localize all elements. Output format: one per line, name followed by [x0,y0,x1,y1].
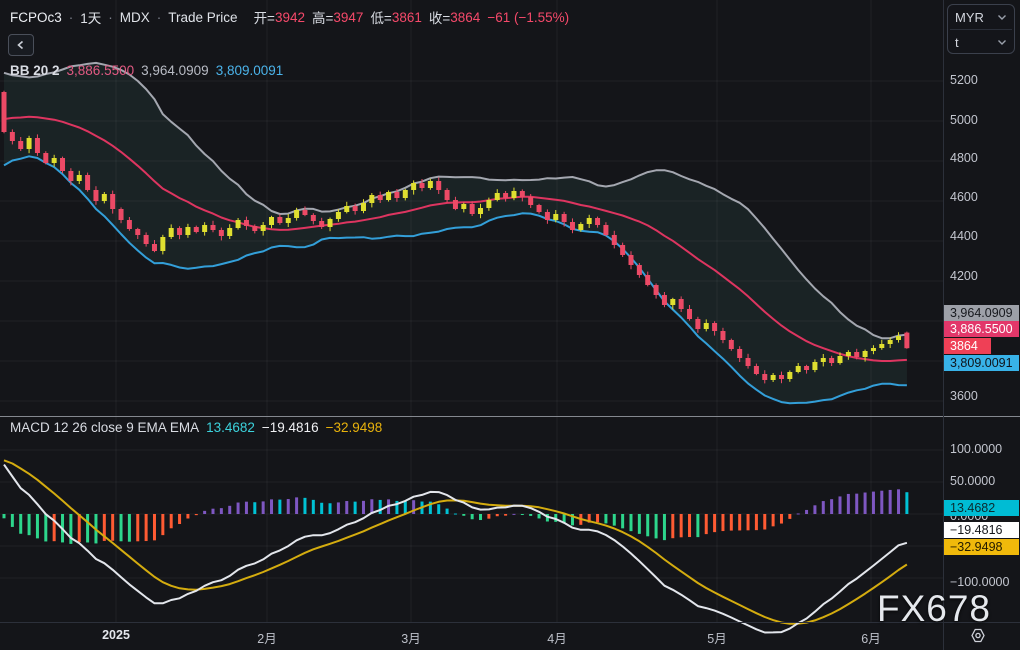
currency-dropdown[interactable]: MYR [948,5,1014,29]
bb-lower-value: 3,809.0091 [216,63,284,78]
time-axis-month: 5月 [707,628,726,647]
price-tick: 4200 [950,269,978,283]
chevron-down-icon [997,39,1007,46]
close-label: 收= [429,7,450,27]
low-value: 3861 [392,10,422,25]
chevron-down-icon [997,14,1007,21]
price-tick: 5000 [950,113,978,127]
bb-lower-price-badge: 3,809.0091 [944,355,1019,371]
price-tick: 5200 [950,73,978,87]
price-tick: 3600 [950,389,978,403]
high-label: 高= [312,7,333,27]
macd-signal-value: −32.9498 [326,420,383,435]
macd-line-badge: −19.4816 [944,522,1019,538]
price-tick: 4400 [950,229,978,243]
time-axis-month: 4月 [547,628,566,647]
bb-upper-value: 3,964.0909 [141,63,209,78]
bb-mid-value: 3,886.5500 [67,63,135,78]
time-axis-month: 2月 [257,628,276,647]
macd-hist-value: 13.4682 [206,420,255,435]
back-button[interactable] [8,34,34,56]
time-axis-month: 3月 [401,628,420,647]
bb-mid-price-badge: 3,886.5500 [944,321,1019,337]
bb-legend: BB 20 2 3,886.5500 3,964.0909 3,809.0091 [10,63,283,78]
close-value: 3864 [450,10,480,25]
high-value: 3947 [333,10,363,25]
macd-tick: 50.0000 [950,474,995,488]
unit-value: t [955,35,959,50]
separator: · [157,10,162,25]
time-axis-year: 2025 [102,628,130,642]
low-label: 低= [370,7,391,27]
bb-upper-price-badge: 3,964.0909 [944,305,1019,321]
chart-plot[interactable] [0,0,1020,650]
fx678-watermark: FX678 [877,588,991,630]
open-value: 3942 [275,10,305,25]
macd-title[interactable]: MACD 12 26 close 9 EMA EMA [10,420,199,435]
exchange-label: MDX [120,10,150,25]
interval-label[interactable]: 1天 [80,7,101,27]
symbol-legend: FCPOc3 · 1天 · MDX · Trade Price 开=3942 高… [10,7,569,27]
last-price-badge: 3864 [944,338,991,354]
macd-tick: −100.0000 [950,575,1009,589]
bb-title[interactable]: BB 20 2 [10,63,60,78]
macd-line-value: −19.4816 [262,420,319,435]
macd-tick: 100.0000 [950,442,1002,456]
currency-value: MYR [955,10,984,25]
separator: · [108,10,113,25]
macd-legend: MACD 12 26 close 9 EMA EMA 13.4682 −19.4… [10,420,382,435]
open-label: 开= [254,7,275,27]
macd-hist-badge: 13.4682 [944,500,1019,516]
price-tick: 4600 [950,190,978,204]
separator: · [69,10,74,25]
unit-dropdown[interactable]: t [948,30,1014,54]
axis-unit-selector: MYR t [947,4,1015,54]
macd-signal-badge: −32.9498 [944,539,1019,555]
price-tick: 4800 [950,151,978,165]
axis-settings-button[interactable] [968,627,988,649]
change-value: −61 (−1.55%) [487,10,569,25]
time-axis-month: 6月 [861,628,880,647]
trading-chart-window: FCPOc3 · 1天 · MDX · Trade Price 开=3942 高… [0,0,1020,650]
chevron-left-icon [16,40,26,50]
symbol-name[interactable]: FCPOc3 [10,10,62,25]
series-type-label: Trade Price [168,10,237,25]
